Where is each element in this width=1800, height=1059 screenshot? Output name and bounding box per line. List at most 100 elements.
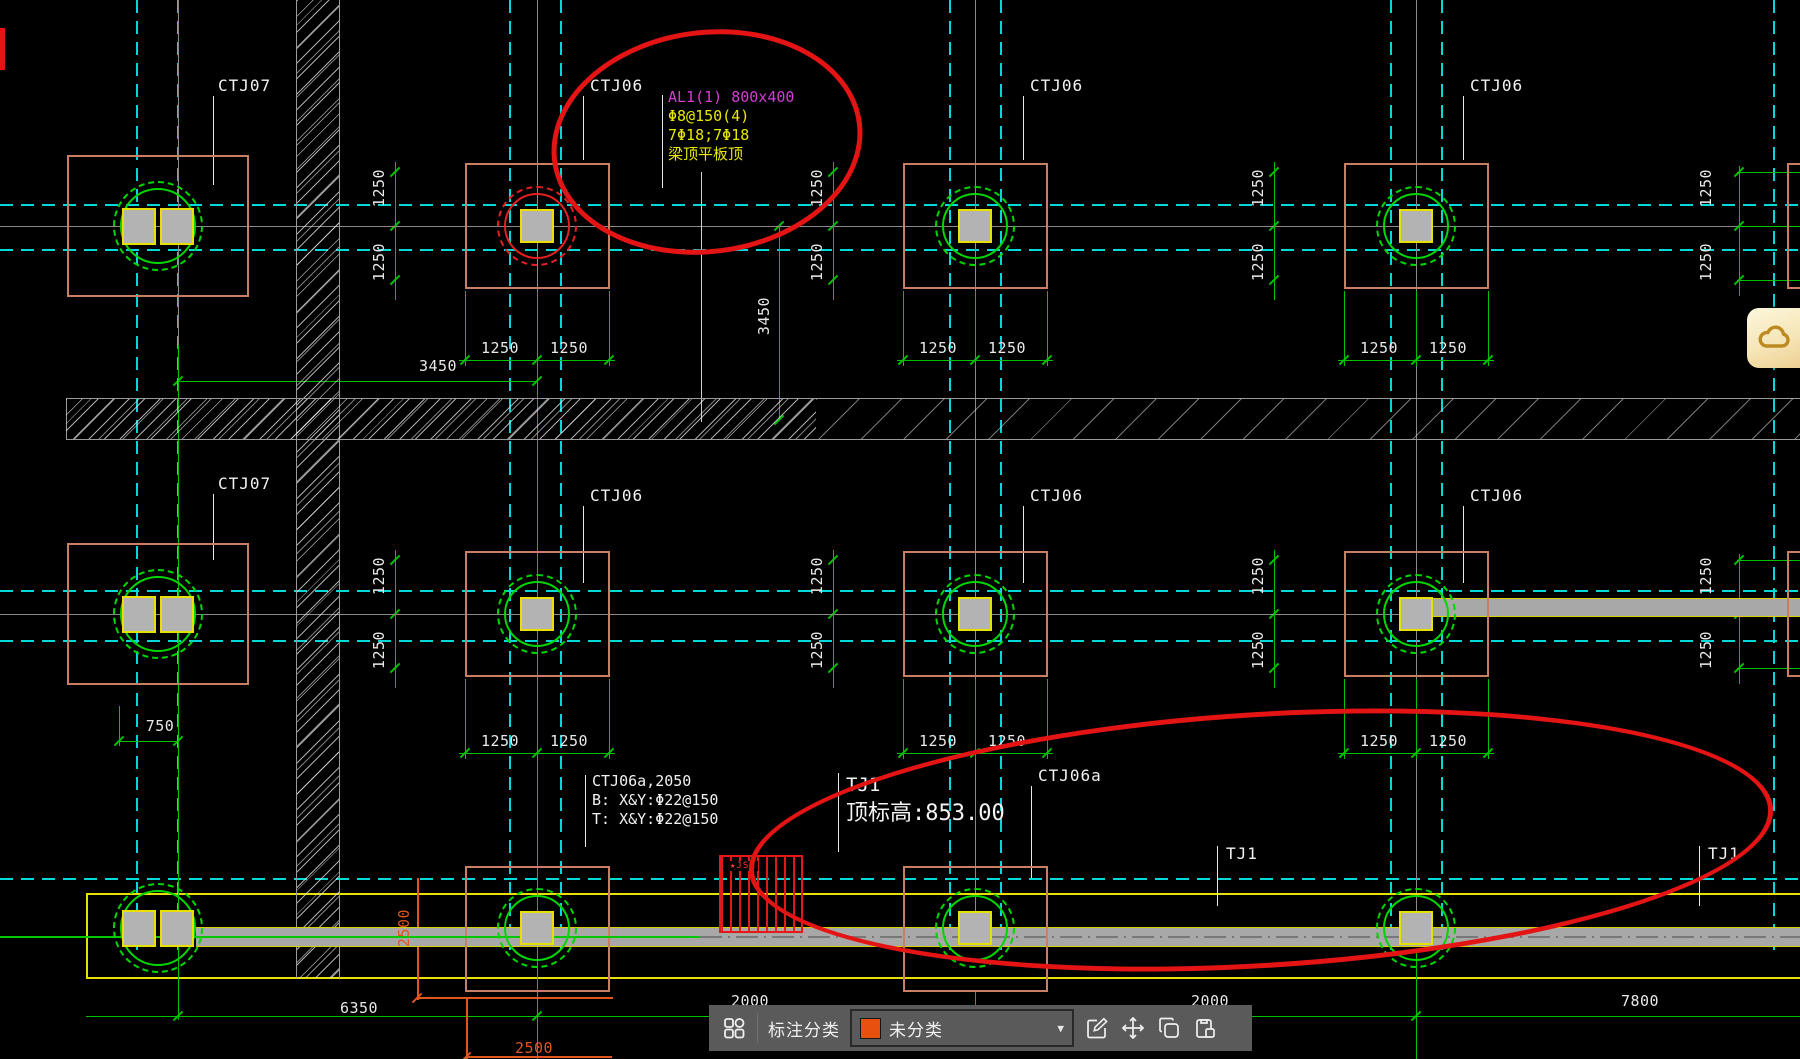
dimension-text[interactable]: 6350 (340, 999, 378, 1017)
dimension-text[interactable]: 1250 (808, 557, 826, 595)
dimension-line (1274, 550, 1275, 688)
footing-label[interactable]: CTJ06 (1030, 486, 1083, 505)
dimension-text[interactable]: 3450 (755, 297, 773, 335)
dimension-line (417, 997, 613, 999)
dimension-text[interactable]: 1250 (481, 732, 519, 750)
dimension-text[interactable]: 1250 (1697, 169, 1715, 207)
markup-ellipse[interactable] (741, 680, 1781, 1000)
column-square[interactable] (160, 596, 194, 633)
footing-label[interactable]: CTJ07 (218, 76, 271, 95)
dimension-text[interactable]: 1250 (370, 631, 388, 669)
slab-annotation[interactable]: CTJ06a,2050 B: X&Y:Φ22@150 T: X&Y:Φ22@150 (592, 772, 718, 829)
extension-line (465, 679, 466, 759)
axis-grid-line (136, 0, 138, 950)
dimension-text[interactable]: 7800 (1621, 992, 1659, 1010)
column-square[interactable] (122, 208, 156, 245)
dimension-text[interactable]: 750 (146, 717, 175, 735)
dimension-text[interactable]: 1250 (808, 631, 826, 669)
column-square[interactable] (520, 597, 554, 631)
dimension-text[interactable]: 1250 (550, 732, 588, 750)
extension-line (1416, 291, 1417, 366)
annotation-toolbar: 标注分类 未分类 ▼ (709, 1005, 1252, 1051)
column-square[interactable] (160, 910, 194, 947)
dimension-text[interactable]: 1250 (481, 339, 519, 357)
dimension-text[interactable]: 1250 (1249, 169, 1267, 207)
extension-line (903, 291, 904, 366)
dimension-line (395, 162, 396, 300)
dimension-text[interactable]: 1250 (1697, 631, 1715, 669)
category-dropdown[interactable]: 未分类 ▼ (850, 1009, 1074, 1047)
slab-annotation-line: CTJ06a,2050 (592, 772, 692, 790)
dimension-text[interactable]: 1250 (1249, 243, 1267, 281)
dimension-text[interactable]: 3450 (419, 357, 457, 375)
beam-centerline (0, 936, 700, 938)
column-square[interactable] (122, 910, 156, 947)
extension-line (466, 997, 468, 1059)
paste-annotation-button[interactable] (1192, 1015, 1218, 1041)
move-annotation-button[interactable] (1120, 1015, 1146, 1041)
axis-grid-line (0, 249, 1800, 251)
toolbar-divider (757, 1013, 758, 1043)
slab-annotation-line: T: X&Y:Φ22@150 (592, 810, 719, 828)
column-square[interactable] (958, 209, 992, 243)
dimension-text[interactable]: 1250 (370, 243, 388, 281)
dimension-text[interactable]: 1250 (1360, 339, 1398, 357)
column-square[interactable] (958, 597, 992, 631)
wall-section-hatched[interactable] (296, 0, 340, 978)
dimension-text[interactable]: 1250 (370, 557, 388, 595)
column-square[interactable] (160, 208, 194, 245)
dimension-text[interactable]: 1250 (808, 243, 826, 281)
category-grid-icon[interactable] (721, 1015, 747, 1041)
axis-grid-line (0, 204, 1800, 206)
column-square[interactable] (1399, 209, 1433, 243)
extension-line (1416, 952, 1417, 1059)
extension-line (609, 291, 610, 366)
column-square[interactable] (1399, 597, 1433, 631)
dimension-text[interactable]: 1250 (550, 339, 588, 357)
dimension-line (833, 550, 834, 688)
dimension-line (119, 741, 179, 742)
dimension-text[interactable]: 1250 (1697, 557, 1715, 595)
footing-label[interactable]: CTJ06 (590, 486, 643, 505)
extension-line (975, 291, 976, 366)
leader-line (585, 775, 586, 847)
footing-label[interactable]: CTJ06 (1470, 76, 1523, 95)
footing-label[interactable]: CTJ07 (218, 474, 271, 493)
grid-center-line (0, 226, 1800, 227)
dimension-line (1739, 554, 1740, 684)
footing-outline[interactable] (1787, 163, 1800, 289)
chevron-down-icon: ▼ (1057, 1021, 1064, 1035)
dimension-text[interactable]: 1250 (1249, 557, 1267, 595)
footing-label[interactable]: CTJ06 (1470, 486, 1523, 505)
wall-band-hatched[interactable] (816, 399, 1800, 439)
dimension-line (1274, 162, 1275, 300)
axis-grid-line (0, 590, 1800, 592)
edit-annotation-button[interactable] (1084, 1015, 1110, 1041)
cloud-sync-button[interactable] (1747, 308, 1800, 368)
copy-annotation-button[interactable] (1156, 1015, 1182, 1041)
cad-drawing-canvas[interactable]: 标注分类 未分类 ▼ ★JSK 1250 1250 1250 1250 1250… (0, 0, 1800, 1059)
dimension-text[interactable]: 1250 (1429, 339, 1467, 357)
dimension-text[interactable]: 1250 (370, 169, 388, 207)
extension-line (1344, 291, 1345, 366)
extension-line (1488, 291, 1489, 366)
dimension-text[interactable]: 1250 (1249, 631, 1267, 669)
dimension-text[interactable]: 2500 (395, 909, 413, 947)
category-label: 标注分类 (768, 1020, 840, 1041)
dimension-text[interactable]: 1250 (919, 339, 957, 357)
dimension-text[interactable]: 1250 (919, 732, 957, 750)
dimension-text[interactable]: 1250 (988, 339, 1026, 357)
extension-line (465, 291, 466, 366)
dimension-text[interactable]: 2500 (515, 1039, 553, 1057)
slab-annotation-line: B: X&Y:Φ22@150 (592, 791, 719, 809)
extension-line (975, 679, 976, 759)
footing-outline[interactable] (1787, 551, 1800, 677)
column-square[interactable] (520, 209, 554, 243)
column-square[interactable] (122, 596, 156, 633)
footing-label[interactable]: CTJ06 (1030, 76, 1083, 95)
wall-band-hatched[interactable] (66, 399, 816, 439)
column-square[interactable] (520, 911, 554, 945)
dimension-text[interactable]: 1250 (1697, 243, 1715, 281)
dimension-line (178, 381, 537, 382)
dimension-line (1739, 166, 1740, 296)
